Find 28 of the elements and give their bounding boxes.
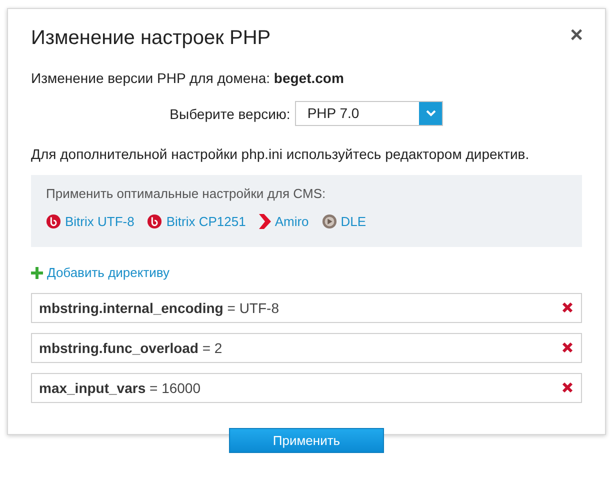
close-icon <box>562 382 573 393</box>
directive-text: mbstring.func_overload = 2 <box>39 340 222 356</box>
cms-link[interactable]: DLE <box>322 214 366 229</box>
close-icon <box>562 302 573 313</box>
directive-text: max_input_vars = 16000 <box>39 380 200 396</box>
add-directive-link[interactable]: Добавить директиву <box>31 265 170 280</box>
directive-text: mbstring.internal_encoding = UTF-8 <box>39 300 279 316</box>
dialog-title: Изменение настроек PHP <box>31 26 271 50</box>
delete-button[interactable] <box>562 342 573 353</box>
domain-text: Изменение версии PHP для домена: beget.com <box>31 70 345 86</box>
version-label: Выберите версию: <box>170 106 290 122</box>
chevron-down-icon <box>426 110 436 117</box>
bitrix-logo-icon <box>147 214 162 229</box>
close-icon <box>562 342 573 353</box>
delete-button[interactable] <box>562 302 573 313</box>
cms-link[interactable]: Amiro <box>258 214 309 229</box>
close-button[interactable]: × <box>570 24 583 46</box>
delete-button[interactable] <box>562 382 573 393</box>
version-select[interactable]: PHP 7.0 <box>295 101 444 126</box>
info-text: Для дополнительной настройки php.ini используйтесь редактором директив. <box>31 146 530 162</box>
cms-heading: Применить оптимальные настройки для CMS: <box>46 185 327 201</box>
dle-logo-icon <box>322 214 337 229</box>
apply-button[interactable]: Применить <box>229 428 384 452</box>
chevron-logo-icon <box>258 214 271 229</box>
cms-link[interactable]: Bitrix CP1251 <box>147 214 246 229</box>
cms-link[interactable]: Bitrix UTF-8 <box>46 214 134 229</box>
bitrix-logo-icon <box>46 214 61 229</box>
plus-icon <box>31 266 43 278</box>
